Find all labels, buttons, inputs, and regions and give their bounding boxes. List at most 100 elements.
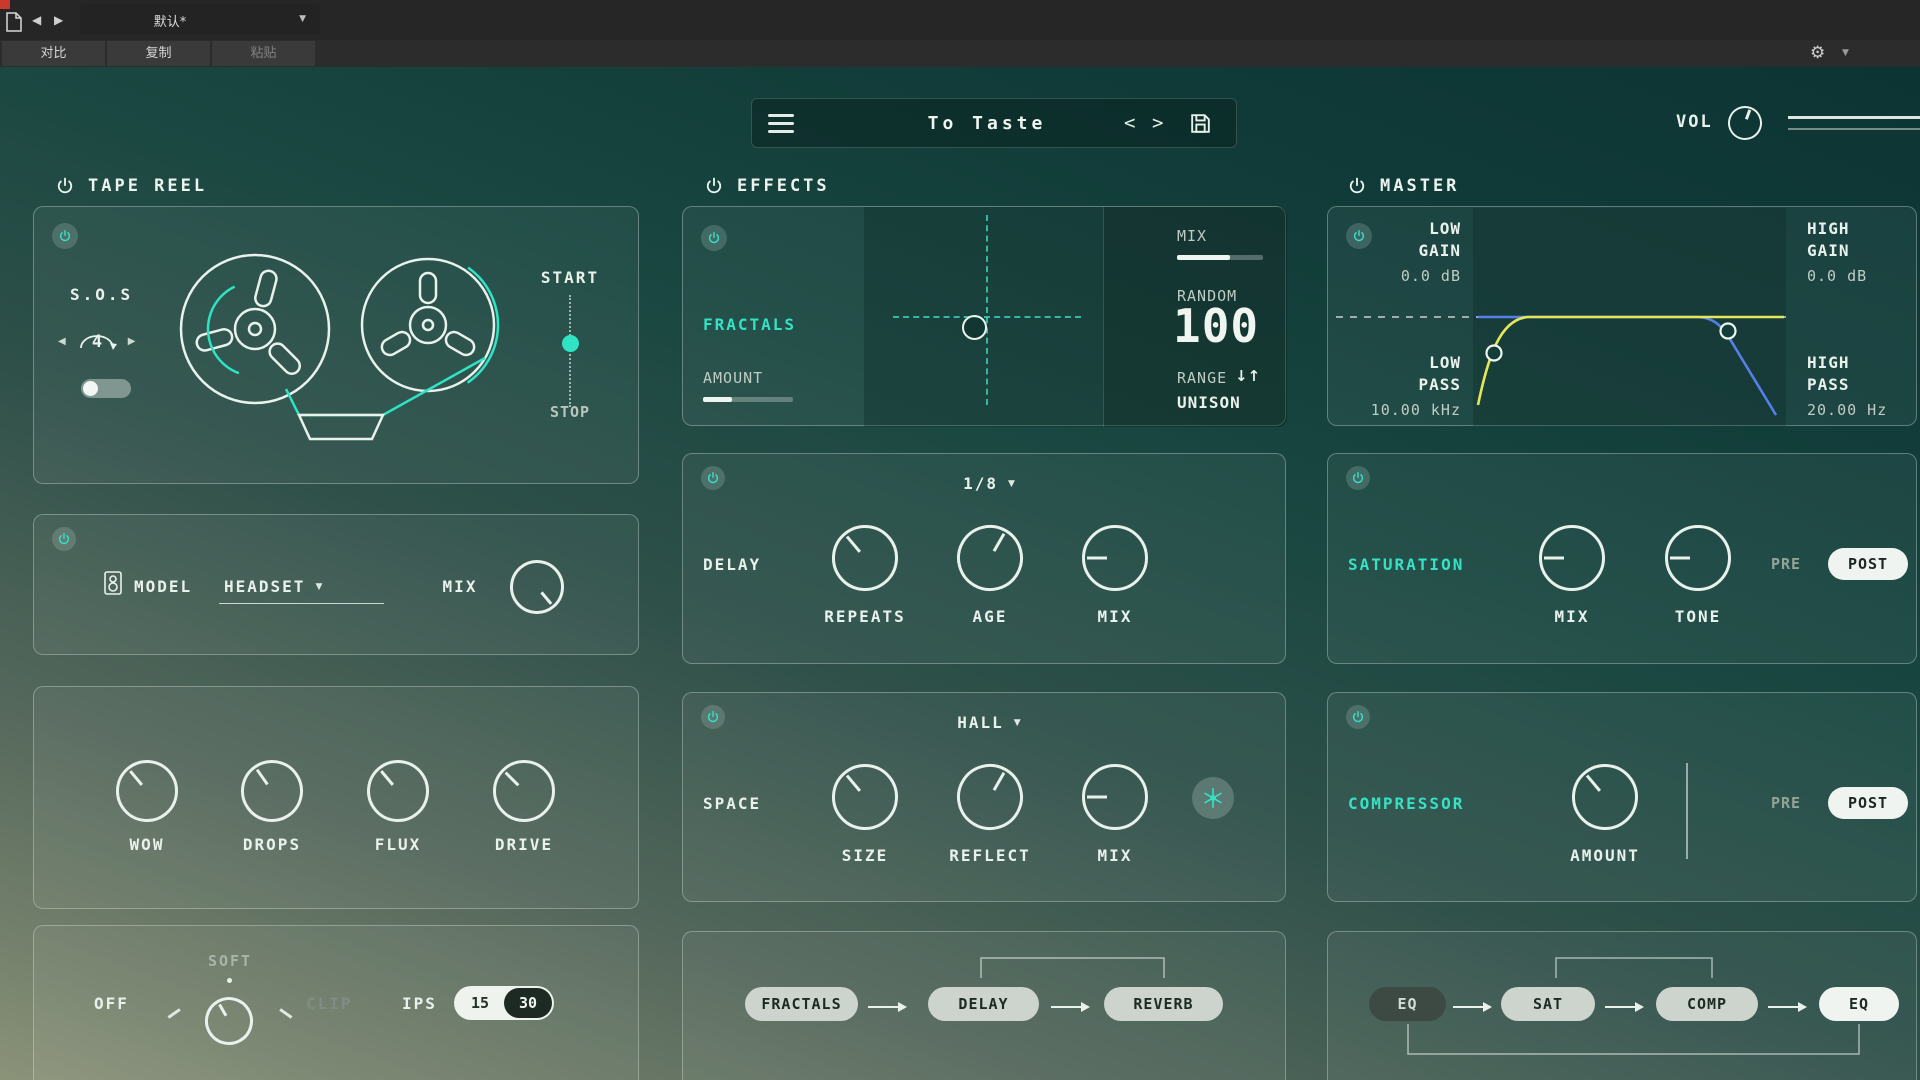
eq-lowpass-handle <box>1487 346 1502 361</box>
saturation-mix-knob[interactable] <box>1539 525 1605 591</box>
compare-button[interactable]: 对比 <box>2 41 105 66</box>
model-mix-knob[interactable] <box>499 549 575 625</box>
copy-button[interactable]: 复制 <box>107 41 210 66</box>
saturation-tone-knob[interactable] <box>1665 525 1731 591</box>
eq-curve-display[interactable] <box>1328 207 1918 427</box>
space-reflect-knob[interactable] <box>945 752 1035 842</box>
fractals-power-button[interactable] <box>701 225 727 251</box>
tape-reel-panel: S.O.S ◀ 4 ▶ START STOP <box>33 206 639 484</box>
master-power-icon[interactable] <box>1347 176 1367 196</box>
low-pass-value[interactable]: 10.00 kHz <box>1358 401 1461 419</box>
delay-mix-knob[interactable] <box>1082 525 1148 591</box>
routing-pill-eq-post[interactable]: EQ <box>1819 987 1899 1021</box>
range-label[interactable]: RANGE <box>1177 369 1227 387</box>
high-gain-value[interactable]: 0.0 dB <box>1807 267 1867 285</box>
fractals-amount-slider[interactable] <box>703 397 793 402</box>
vol-label: VOL <box>1676 112 1713 132</box>
effects-power-icon[interactable] <box>704 176 724 196</box>
flux-knob[interactable] <box>354 747 441 834</box>
compressor-post-button[interactable]: POST <box>1828 787 1908 819</box>
space-mix-label: MIX <box>1045 846 1185 865</box>
menu-icon[interactable] <box>768 112 794 136</box>
prev-preset-button[interactable]: ◀ <box>32 13 41 27</box>
high-gain-label-1: HIGH <box>1807 219 1850 238</box>
fractals-mix-slider[interactable] <box>1177 255 1263 260</box>
sos-increment-icon[interactable]: ▶ <box>128 336 136 347</box>
routing-pill-delay[interactable]: DELAY <box>928 987 1039 1021</box>
document-icon[interactable] <box>6 12 22 36</box>
high-pass-value[interactable]: 20.00 Hz <box>1807 401 1887 419</box>
tape-power-icon[interactable] <box>55 176 75 196</box>
volume-slider-track2[interactable] <box>1788 128 1920 130</box>
preset-prev-icon[interactable]: < <box>1124 112 1135 134</box>
saturation-pre-button[interactable]: PRE <box>1771 555 1801 573</box>
unison-label[interactable]: UNISON <box>1177 393 1241 412</box>
save-preset-icon[interactable] <box>1188 111 1213 140</box>
random-value[interactable]: 100 <box>1173 303 1259 349</box>
tape-wear-panel: WOW DROPS FLUX DRIVE <box>33 686 639 909</box>
routing-pill-comp[interactable]: COMP <box>1656 987 1758 1021</box>
compressor-power-button[interactable] <box>1346 705 1370 729</box>
delay-repeats-label: REPEATS <box>795 607 935 626</box>
xy-handle[interactable] <box>962 315 987 340</box>
compressor-amount-knob[interactable] <box>1559 751 1652 844</box>
ips-toggle[interactable]: 15 30 <box>454 986 554 1020</box>
low-gain-value[interactable]: 0.0 dB <box>1358 267 1461 285</box>
routing-pill-fractals[interactable]: FRACTALS <box>745 987 858 1021</box>
off-label: OFF <box>94 994 129 1013</box>
vol-knob[interactable] <box>1723 101 1767 145</box>
freeze-button[interactable] <box>1192 777 1234 819</box>
space-mix-knob[interactable] <box>1082 764 1148 830</box>
model-dropdown[interactable]: HEADSET ▼ <box>224 577 384 596</box>
preset-next-icon[interactable]: > <box>1152 112 1163 134</box>
ips-option-15[interactable]: 15 <box>454 986 506 1020</box>
delay-age-label: AGE <box>920 607 1060 626</box>
effects-routing-panel: FRACTALS DELAY REVERB <box>682 931 1286 1080</box>
sos-toggle[interactable] <box>81 379 131 398</box>
tape-model-power-button[interactable] <box>52 527 76 551</box>
gain-reduction-meter <box>1686 763 1688 859</box>
delay-age-knob[interactable] <box>945 513 1035 603</box>
space-reflect-label: REFLECT <box>920 846 1060 865</box>
sos-toggle-knob[interactable] <box>83 381 98 396</box>
wow-knob[interactable] <box>103 747 190 834</box>
soft-clip-knob[interactable] <box>196 988 262 1054</box>
delay-power-button[interactable] <box>701 466 725 490</box>
delay-sync-dropdown[interactable]: 1/8 ▼ <box>935 474 1045 493</box>
window-accent <box>0 0 10 9</box>
tape-clip-panel: SOFT OFF CLIP IPS 15 30 <box>33 925 639 1080</box>
paste-button[interactable]: 粘贴 <box>212 41 315 66</box>
eq-highpass-handle <box>1721 324 1736 339</box>
caret-down-icon: ▼ <box>315 582 324 592</box>
space-type-dropdown[interactable]: HALL ▼ <box>935 713 1045 732</box>
space-panel: HALL ▼ SPACE SIZE REFLECT MIX <box>682 692 1286 902</box>
sos-stepper[interactable]: ◀ 4 ▶ <box>58 319 154 363</box>
routing-pill-eq-pre[interactable]: EQ <box>1369 987 1446 1021</box>
ips-option-30[interactable]: 30 <box>504 988 552 1018</box>
routing-pill-reverb[interactable]: REVERB <box>1104 987 1223 1021</box>
next-preset-button[interactable]: ▶ <box>54 13 63 27</box>
host-preset-dropdown[interactable]: 默认* ▼ <box>80 4 320 35</box>
compressor-pre-button[interactable]: PRE <box>1771 794 1801 812</box>
transport-slider-handle[interactable] <box>562 335 579 352</box>
preset-name[interactable]: To Taste <box>842 99 1132 149</box>
gear-icon[interactable]: ⚙ <box>1810 43 1825 63</box>
delay-repeats-knob[interactable] <box>819 512 912 605</box>
high-pass-label-1: HIGH <box>1807 353 1850 372</box>
low-gain-label-1: LOW <box>1358 219 1461 238</box>
routing-pill-sat[interactable]: SAT <box>1501 987 1595 1021</box>
drops-knob[interactable] <box>229 748 315 834</box>
clip-label: CLIP <box>306 994 353 1013</box>
sos-loop-graphic: 4 <box>70 320 124 362</box>
host-settings-caret-icon[interactable]: ▼ <box>1842 48 1849 58</box>
saturation-tone-label: TONE <box>1628 607 1768 626</box>
sos-decrement-icon[interactable]: ◀ <box>58 336 66 347</box>
volume-slider-track[interactable] <box>1788 116 1920 119</box>
saturation-post-button[interactable]: POST <box>1828 548 1908 580</box>
drive-knob[interactable] <box>480 747 568 835</box>
range-arrows-icon[interactable]: ↓↑ <box>1235 367 1260 385</box>
saturation-power-button[interactable] <box>1346 466 1370 490</box>
space-power-button[interactable] <box>701 705 725 729</box>
soft-indicator-dot <box>227 978 232 983</box>
space-size-knob[interactable] <box>819 751 912 844</box>
